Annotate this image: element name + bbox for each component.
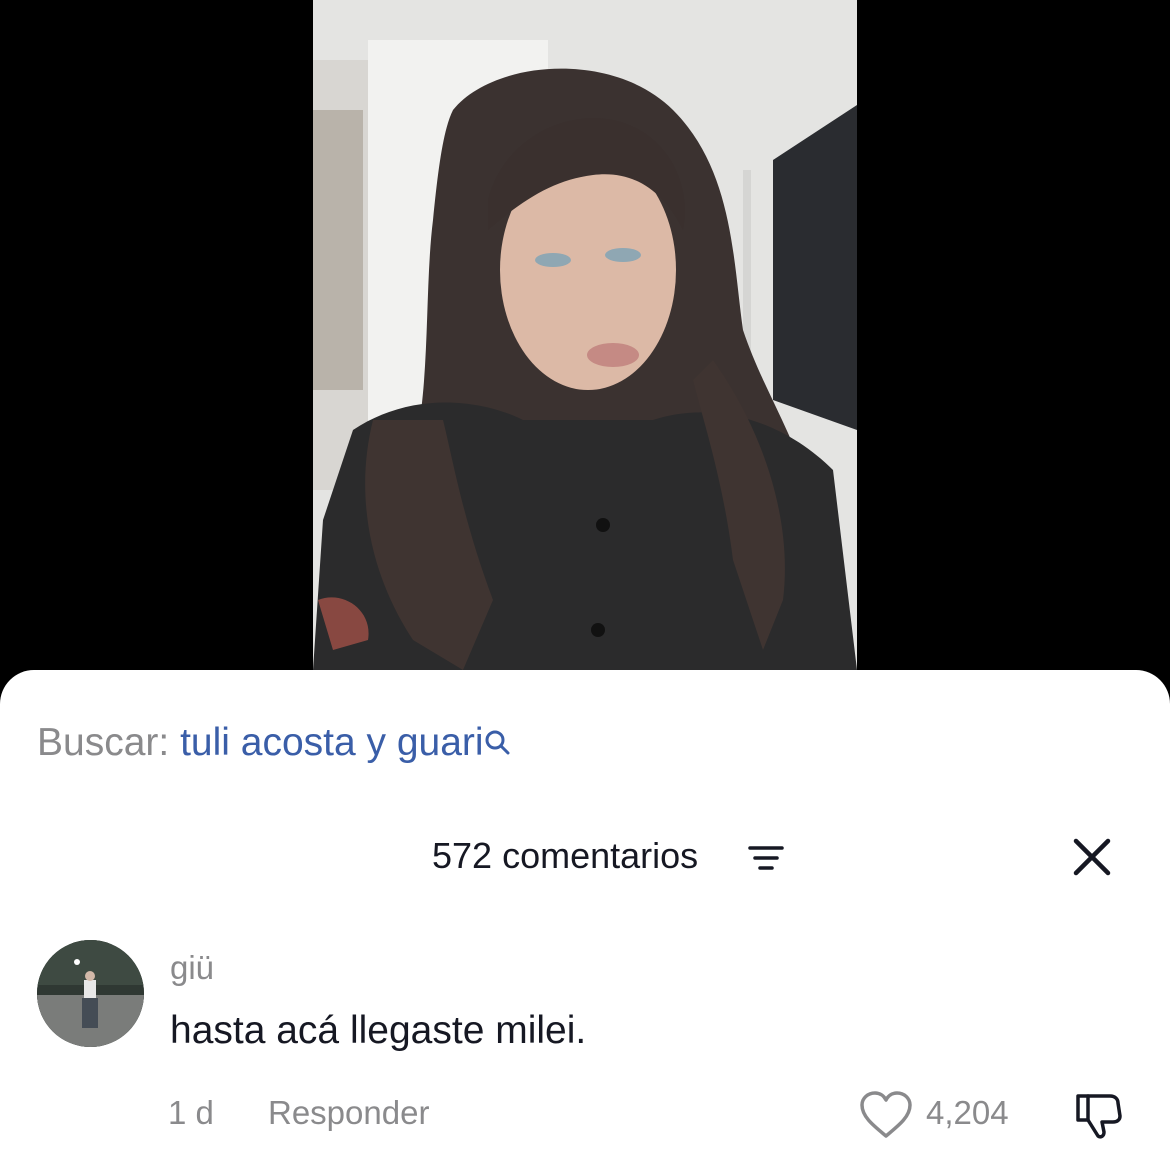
like-count: 4,204 [926, 1094, 1009, 1131]
search-icon[interactable] [484, 724, 510, 755]
search-suggestion[interactable]: Buscar: tuli acosta y guari [37, 720, 510, 766]
avatar[interactable] [37, 940, 144, 1047]
video-frame[interactable] [313, 0, 857, 670]
video-player[interactable] [0, 0, 1170, 700]
comment-count: 572 comentarios [432, 835, 699, 876]
comments-header: 572 comentarios [0, 833, 1170, 879]
sort-icon[interactable] [748, 845, 784, 873]
close-icon [1073, 838, 1111, 876]
comment-username[interactable]: giü [170, 948, 214, 988]
comments-sheet: Buscar: tuli acosta y guari 572 comentar… [0, 670, 1170, 1167]
comment-timestamp: 1 d [168, 1094, 214, 1131]
dislike-button[interactable] [1072, 1090, 1124, 1142]
search-query-link[interactable]: tuli acosta y guari [180, 721, 484, 764]
reply-button[interactable]: Responder [268, 1093, 429, 1133]
heart-icon [860, 1091, 912, 1138]
thumbs-down-icon [1076, 1094, 1122, 1139]
search-prefix: Buscar: [37, 721, 170, 764]
comment-text: hasta acá llegaste milei. [170, 1009, 587, 1052]
video-thumbnail [313, 0, 857, 670]
like-button[interactable] [858, 1090, 914, 1140]
close-button[interactable] [1068, 833, 1116, 881]
